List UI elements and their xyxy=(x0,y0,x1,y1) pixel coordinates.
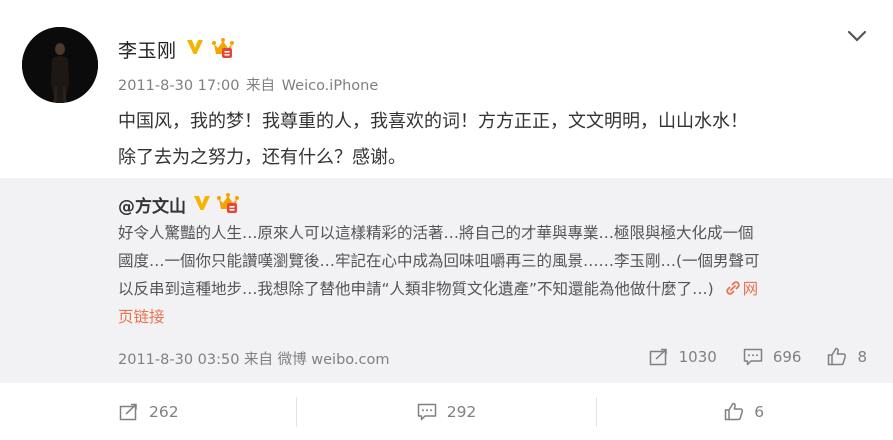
link-icon xyxy=(725,281,740,295)
forward-icon xyxy=(649,348,667,365)
comment-icon xyxy=(417,403,436,420)
original-forward-button[interactable]: 1030 xyxy=(649,348,717,366)
original-text-line: 以反串到這種地步…我想除了替他申請“人類非物質文化遺產”不知還能為他做什麼了…)… xyxy=(118,275,870,303)
web-link-label-cont[interactable]: 页链接 xyxy=(118,308,165,326)
original-source-prefix: 来自 xyxy=(244,352,274,368)
original-username-link[interactable]: @方文山 xyxy=(118,197,186,217)
post-source[interactable]: Weico.iPhone xyxy=(282,78,379,94)
original-post-actions: 1030 696 8 xyxy=(623,347,867,366)
thumbs-up-icon xyxy=(828,347,847,366)
original-post-text: 好令人驚豔的人生…原來人可以這樣精彩的活著…將自己的才華與專業…極限與極大化成一… xyxy=(118,219,870,331)
web-link-label[interactable]: 网 xyxy=(743,280,759,298)
chevron-down-icon[interactable] xyxy=(847,28,867,42)
username[interactable]: 李玉刚 xyxy=(118,36,177,63)
forward-icon xyxy=(119,403,137,420)
original-forward-count: 1030 xyxy=(678,347,717,366)
forward-count: 262 xyxy=(149,402,179,421)
web-link[interactable]: 网 xyxy=(719,280,759,298)
verified-v-icon[interactable] xyxy=(192,193,212,213)
post-text: 中国风，我的梦！我尊重的人，我喜欢的词！方方正正，文文明明，山山水水！ 除了去为… xyxy=(118,104,878,176)
forward-button[interactable]: 262 xyxy=(0,393,298,430)
thumbs-up-icon xyxy=(724,402,744,421)
original-comment-button[interactable]: 696 xyxy=(743,347,802,366)
original-timestamp[interactable]: 2011-8-30 03:50 xyxy=(118,352,239,368)
post-timestamp[interactable]: 2011-8-30 17:00 xyxy=(118,78,239,94)
original-username: @方文山 xyxy=(118,192,186,217)
original-like-button[interactable]: 8 xyxy=(827,347,867,366)
comment-button[interactable]: 292 xyxy=(298,393,596,430)
original-post-meta: 2011-8-30 03:50 来自 微博 weibo.com xyxy=(118,348,389,369)
original-text-line: 好令人驚豔的人生…原來人可以這樣精彩的活著…將自己的才華與專業…極限與極大化成一… xyxy=(118,224,754,242)
like-count: 6 xyxy=(754,402,765,421)
crown-member-icon[interactable] xyxy=(211,36,235,60)
comment-icon xyxy=(743,348,763,365)
original-like-count: 8 xyxy=(857,347,867,366)
original-text-line: 國度…一個你只能讚嘆瀏覽後…牢記在心中成為回味咀嚼再三的風景……李玉剛…(一個男… xyxy=(118,252,760,270)
avatar[interactable] xyxy=(22,27,98,103)
comment-count: 292 xyxy=(446,402,477,421)
like-button[interactable]: 6 xyxy=(595,393,893,430)
verified-v-icon[interactable] xyxy=(185,37,205,57)
post-text-line: 除了去为之努力，还有什么？感谢。 xyxy=(118,147,406,168)
original-source[interactable]: 微博 weibo.com xyxy=(278,352,390,368)
original-comment-count: 696 xyxy=(772,347,802,366)
original-text-line-content: 以反串到這種地步…我想除了替他申請“人類非物質文化遺產”不知還能為他做什麼了…) xyxy=(118,280,714,298)
post-text-line: 中国风，我的梦！我尊重的人，我喜欢的词！方方正正，文文明明，山山水水！ xyxy=(118,111,748,132)
weibo-post-card: 李玉刚 2011-8-30 17:00 来自 Weico.iPhone 中国风，… xyxy=(0,0,893,440)
post-source-prefix: 来自 xyxy=(246,78,276,94)
post-meta: 2011-8-30 17:00 来自 Weico.iPhone xyxy=(118,74,380,95)
post-action-bar: 262 292 6 xyxy=(0,393,893,430)
crown-member-icon[interactable] xyxy=(216,191,240,215)
original-text-line: 页链接 xyxy=(118,303,870,331)
